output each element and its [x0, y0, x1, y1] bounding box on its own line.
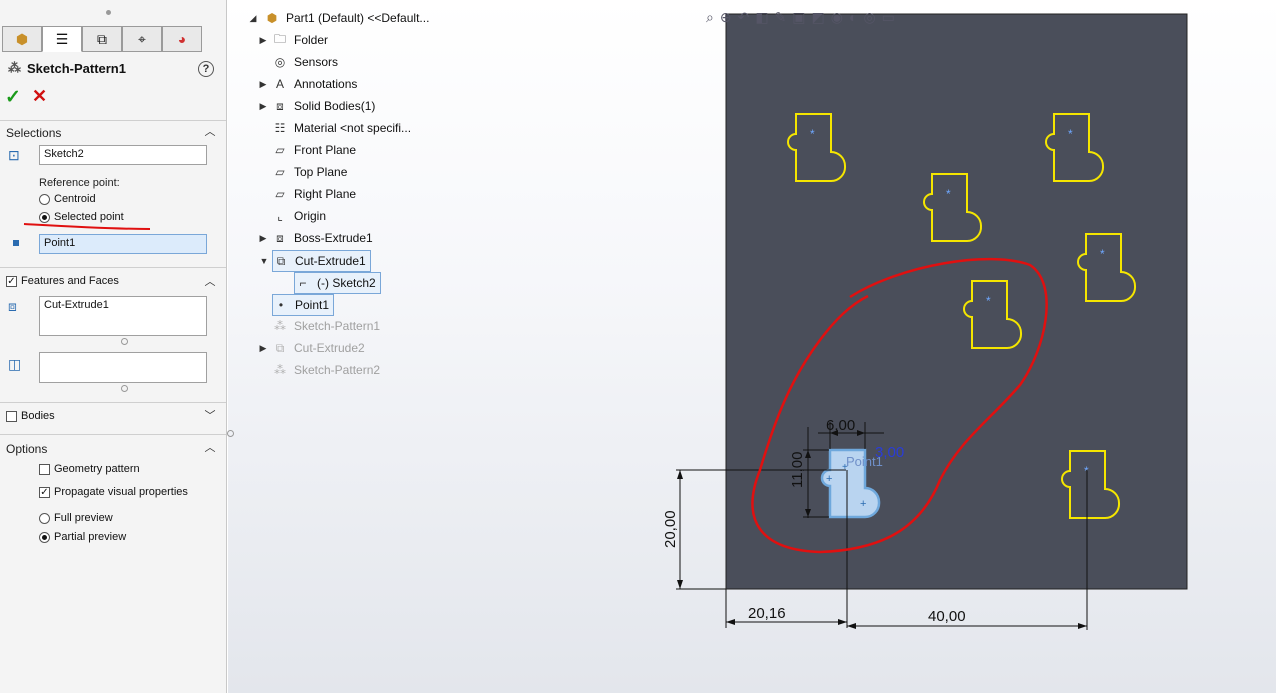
red-annotation-underline — [23, 223, 151, 230]
tree-item-label: Folder — [294, 33, 329, 47]
tree-item-sketch-pattern2[interactable]: ⁂ Sketch-Pattern2 — [272, 360, 380, 380]
tree-item-icon: • — [278, 298, 284, 312]
heads-up-toolbar: ⌕ ⊕ ↶ ◧ ✎ ▣ ◩ ◉ ◐ ◎ ▭ — [706, 6, 895, 28]
tree-item-label: Cut-Extrude2 — [294, 341, 365, 355]
expand-icon[interactable]: ▶ — [258, 343, 268, 354]
tree-root-label: Part1 (Default) <<Default... — [286, 11, 430, 25]
tree-item-icon: ⧈ — [276, 230, 284, 245]
tree-item-icon: ⌞ — [277, 209, 283, 223]
tree-item-origin[interactable]: ⌞ Origin — [272, 206, 326, 226]
tree-item-label: Front Plane — [294, 143, 357, 157]
tree-item-boss-extrude1[interactable]: ▶ ⧈ Boss-Extrude1 — [260, 228, 373, 248]
tree-item-cut-extrude1[interactable]: ▼ ⧉ Cut-Extrude1 — [260, 250, 371, 272]
feature-manager-tree: ◢ ⬢ Part1 (Default) <<Default... ▶ 🗀 Folde… — [228, 0, 668, 693]
tree-item-icon: 🗀 — [273, 31, 286, 46]
expand-icon[interactable]: ▶ — [258, 35, 268, 46]
tree-item-sketch-pattern1[interactable]: ⁂ Sketch-Pattern1 — [272, 316, 380, 336]
dynamic-annotation-icon[interactable]: ✎ — [775, 9, 787, 26]
tree-item-icon: A — [275, 77, 284, 91]
previous-view-icon[interactable]: ↶ — [738, 9, 750, 26]
svg-text:+: + — [826, 473, 832, 485]
tree-item-top-plane[interactable]: ▱ Top Plane — [272, 162, 347, 182]
tree-item-label: Cut-Extrude1 — [295, 254, 366, 268]
tree-item-label: Point1 — [295, 298, 330, 312]
tree-item-folder[interactable]: ▶ 🗀 Folder — [260, 30, 329, 50]
tree-item-label: Top Plane — [294, 165, 348, 179]
tree-root[interactable]: ◢ ⬢ Part1 (Default) <<Default... — [248, 8, 430, 28]
tree-item-icon: ⌐ — [299, 276, 307, 290]
tree-item-icon: ⁂ — [274, 319, 286, 333]
instance-point-marker: * — [1100, 247, 1105, 261]
tree-item-icon: ⁂ — [274, 363, 286, 377]
tree-item-icon: ▱ — [275, 187, 285, 201]
instance-point-marker: * — [1068, 127, 1073, 141]
apply-scene-icon[interactable]: ◎ — [863, 9, 875, 26]
instance-point-marker: * — [986, 294, 991, 308]
expand-icon[interactable]: ▶ — [258, 101, 268, 112]
view-orientation-icon[interactable]: ▣ — [792, 9, 805, 26]
expand-icon[interactable]: ▶ — [258, 233, 268, 244]
tree-item-label: (-) Sketch2 — [317, 276, 376, 290]
tree-item-label: Solid Bodies(1) — [294, 99, 376, 113]
tree-item-annotations[interactable]: ▶ A Annotations — [260, 74, 358, 94]
tree-item-icon: ▱ — [275, 143, 285, 157]
tree-item-solid-bodies-1[interactable]: ▶ ⧈ Solid Bodies(1) — [260, 96, 376, 116]
tree-item-right-plane[interactable]: ▱ Right Plane — [272, 184, 356, 204]
tree-item-label: Material <not specifi... — [294, 121, 412, 135]
tree-item-label: Sensors — [294, 55, 339, 69]
expand-icon[interactable]: ▶ — [258, 79, 268, 90]
tree-item-label: Right Plane — [294, 187, 357, 201]
tree-item-icon: ☷ — [274, 121, 286, 135]
part-icon: ⬢ — [266, 11, 278, 25]
tree-item-point1[interactable]: • Point1 — [272, 294, 335, 316]
view-settings-icon[interactable]: ▭ — [882, 9, 895, 26]
tree-item-label: Sketch-Pattern2 — [294, 363, 381, 377]
collapse-icon[interactable]: ◢ — [248, 13, 258, 24]
tree-item-icon: ◎ — [274, 55, 286, 69]
collapse-icon[interactable]: ▼ — [259, 256, 269, 266]
svg-text:+: + — [860, 498, 866, 510]
display-style-icon[interactable]: ◩ — [812, 9, 825, 26]
tree-item-sketch2[interactable]: ⌐ (-) Sketch2 — [294, 272, 381, 294]
section-view-icon[interactable]: ◧ — [755, 9, 768, 26]
tree-item-icon: ⧈ — [276, 98, 284, 113]
tree-item-material-not-specifi[interactable]: ☷ Material <not specifi... — [272, 118, 411, 138]
dim-20-16[interactable]: 20,16 — [748, 605, 786, 622]
dim-6-00[interactable]: 6,00 — [826, 417, 855, 434]
dim-40-00[interactable]: 40,00 — [928, 608, 966, 625]
instance-point-marker: * — [810, 127, 815, 141]
tree-item-front-plane[interactable]: ▱ Front Plane — [272, 140, 356, 160]
tree-item-label: Boss-Extrude1 — [294, 231, 373, 245]
instance-point-marker: * — [946, 187, 951, 201]
point1-label: Point1 — [846, 454, 883, 469]
tree-item-icon: ⧉ — [276, 253, 286, 268]
tree-item-label: Origin — [294, 209, 327, 223]
hide-show-icon[interactable]: ◉ — [831, 9, 843, 26]
tree-item-sensors[interactable]: ◎ Sensors — [272, 52, 338, 72]
edit-appearance-icon[interactable]: ◐ — [849, 9, 857, 25]
zoom-to-fit-icon[interactable]: ⌕ — [706, 9, 714, 26]
tree-item-icon: ▱ — [275, 165, 285, 179]
zoom-area-icon[interactable]: ⊕ — [720, 9, 732, 26]
tree-item-label: Annotations — [294, 77, 358, 91]
tree-item-label: Sketch-Pattern1 — [294, 319, 381, 333]
tree-item-icon: ⧉ — [275, 340, 285, 355]
dim-11-00[interactable]: 11,00 — [789, 452, 806, 488]
tree-item-cut-extrude2[interactable]: ▶ ⧉ Cut-Extrude2 — [260, 338, 365, 358]
